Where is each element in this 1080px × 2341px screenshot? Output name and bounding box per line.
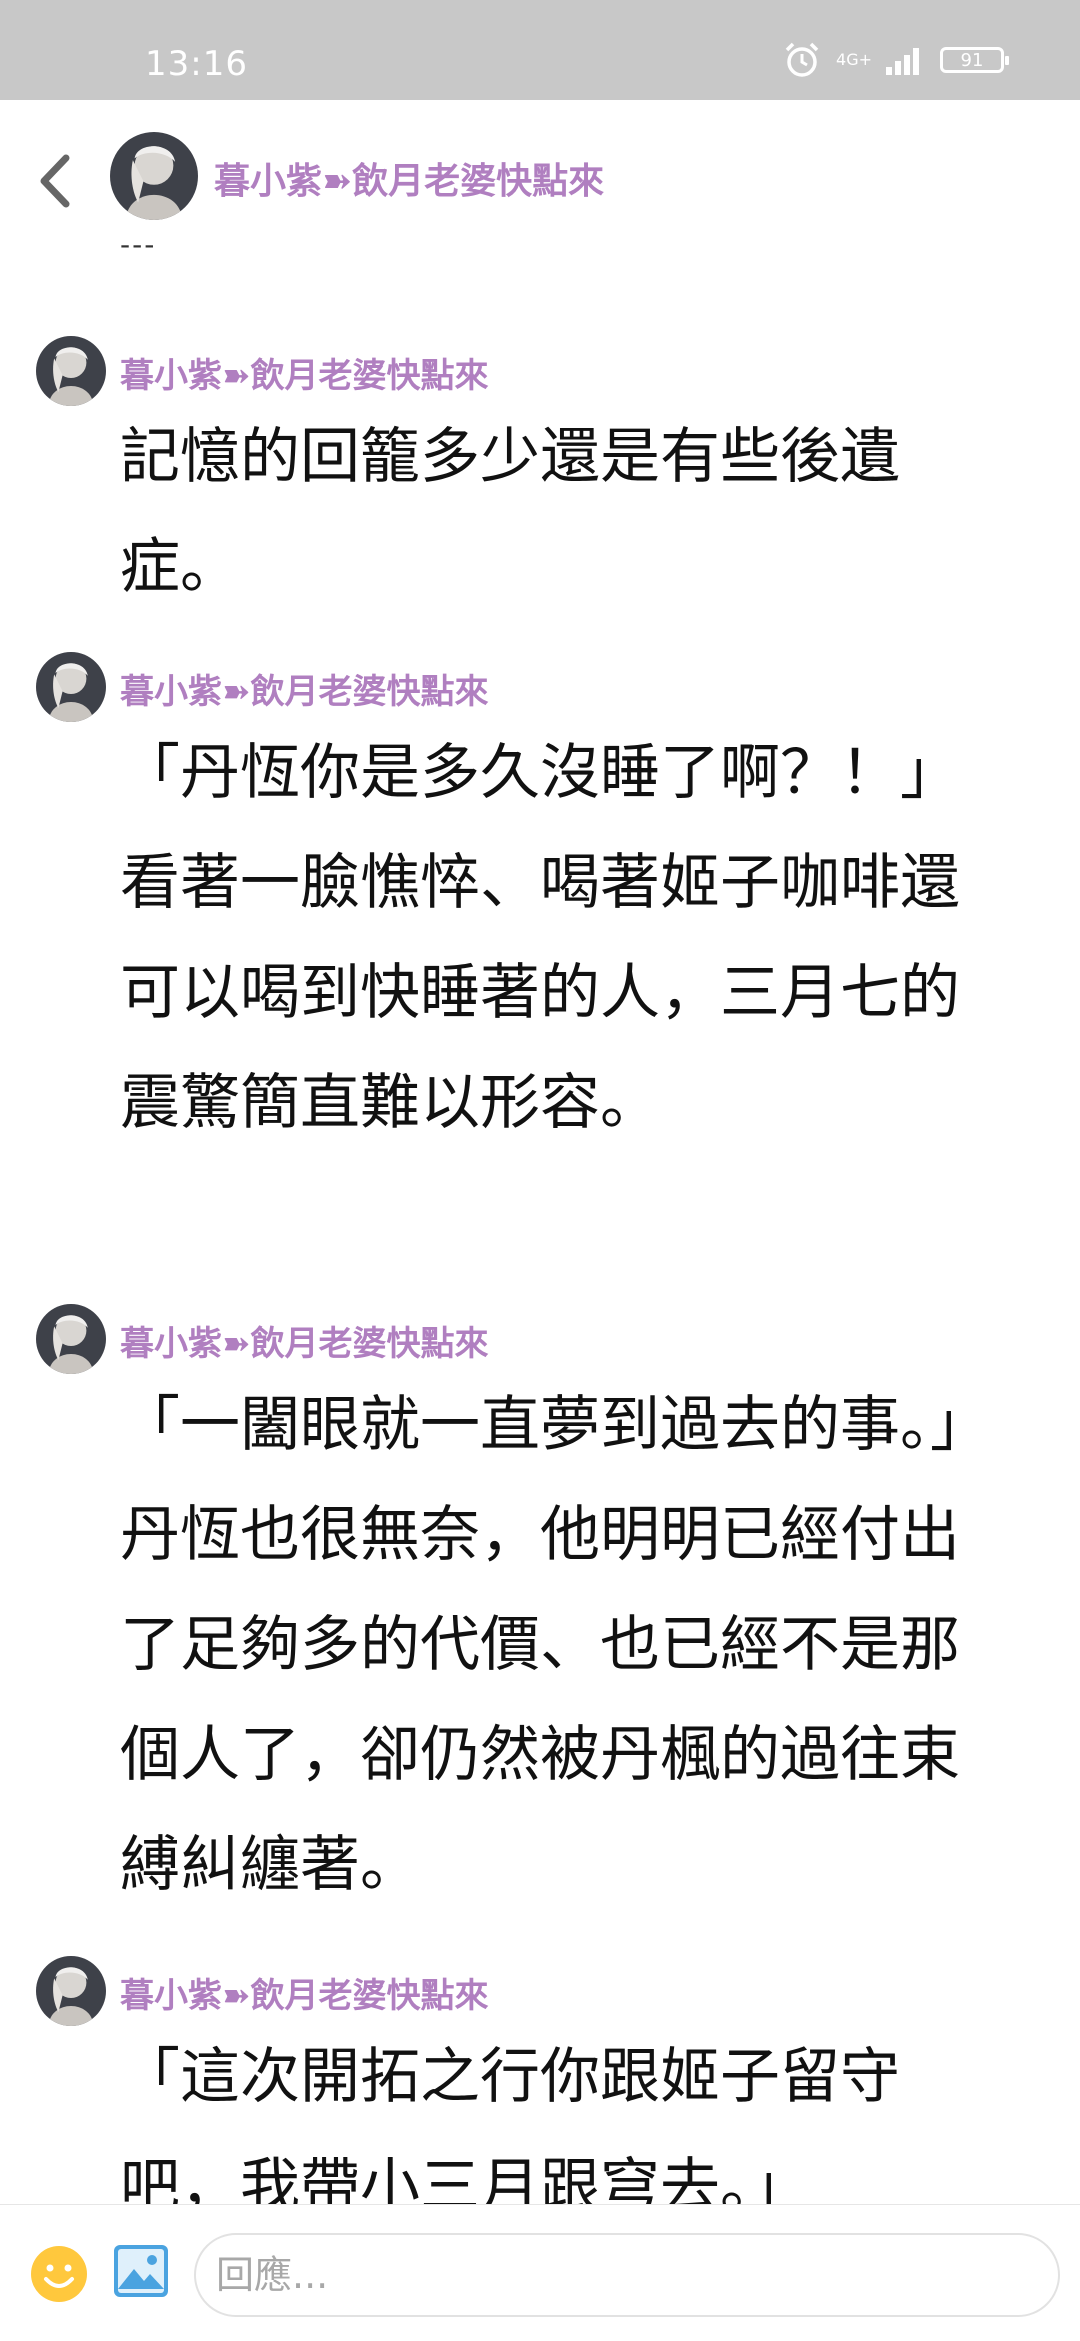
post-item: 暮小紫➽飲月老婆快點來 「一闔眼就一直夢到過去的事。」丹恆也很無奈，他明明已經付…: [0, 1304, 1080, 1944]
status-bar: 13:16 4G+ 91: [0, 0, 1080, 100]
post-text: 記憶的回籠多少還是有些後遺症。: [120, 422, 900, 602]
thread-header: 暮小紫➽飲月老婆快點來 ---: [0, 100, 1080, 261]
image-button[interactable]: [112, 2243, 170, 2299]
post-avatar[interactable]: [36, 336, 106, 406]
post-author[interactable]: 暮小紫➽飲月老婆快點來: [120, 348, 489, 397]
post-text: 「這次開拓之行你跟姬子留守吧，我帶小三月跟穹去。」: [120, 2042, 900, 2204]
smiley-icon: [31, 2246, 87, 2302]
post-text: 「一闔眼就一直夢到過去的事。」丹恆也很無奈，他明明已經付出了足夠多的代價、也已經…: [120, 1390, 990, 1900]
back-button[interactable]: [30, 146, 84, 216]
thread-title[interactable]: 暮小紫➽飲月老婆快點來: [214, 152, 604, 204]
avatar-image: [36, 1956, 106, 2026]
avatar-image: [110, 132, 198, 220]
status-icons: 4G+ 91: [782, 40, 1009, 80]
post-item: 暮小紫➽飲月老婆快點來 「這次開拓之行你跟姬子留守吧，我帶小三月跟穹去。」: [0, 1956, 1080, 2204]
post-item: 暮小紫➽飲月老婆快點來 記憶的回籠多少還是有些後遺症。: [0, 336, 1080, 636]
post-avatar[interactable]: [36, 1956, 106, 2026]
post-avatar[interactable]: [36, 1304, 106, 1374]
status-time: 13:16: [145, 44, 248, 84]
avatar-image: [36, 336, 106, 406]
reply-bar: [0, 2204, 1080, 2341]
chevron-left-icon: [40, 154, 70, 208]
thread-subtitle: ---: [120, 228, 157, 261]
post-author[interactable]: 暮小紫➽飲月老婆快點來: [120, 1316, 489, 1365]
battery-icon: 91: [940, 47, 1009, 73]
avatar-image: [36, 1304, 106, 1374]
post-author[interactable]: 暮小紫➽飲月老婆快點來: [120, 664, 489, 713]
alarm-clock-icon: [785, 42, 819, 77]
battery-level: 91: [960, 49, 984, 71]
post-item: 暮小紫➽飲月老婆快點來 「丹恆你是多久沒睡了啊？！」看著一臉憔悴、喝著姬子咖啡還…: [0, 652, 1080, 1292]
reply-input[interactable]: [194, 2233, 1060, 2317]
post-avatar[interactable]: [36, 652, 106, 722]
emoji-button[interactable]: [30, 2245, 88, 2303]
post-text: 「丹恆你是多久沒睡了啊？！」看著一臉憔悴、喝著姬子咖啡還可以喝到快睡著的人，三月…: [120, 738, 960, 1138]
network-type: 4G+: [836, 50, 872, 69]
post-author[interactable]: 暮小紫➽飲月老婆快點來: [120, 1968, 489, 2017]
image-icon: [114, 2245, 168, 2297]
header-avatar[interactable]: [110, 132, 198, 220]
signal-icon: [886, 48, 919, 75]
avatar-image: [36, 652, 106, 722]
